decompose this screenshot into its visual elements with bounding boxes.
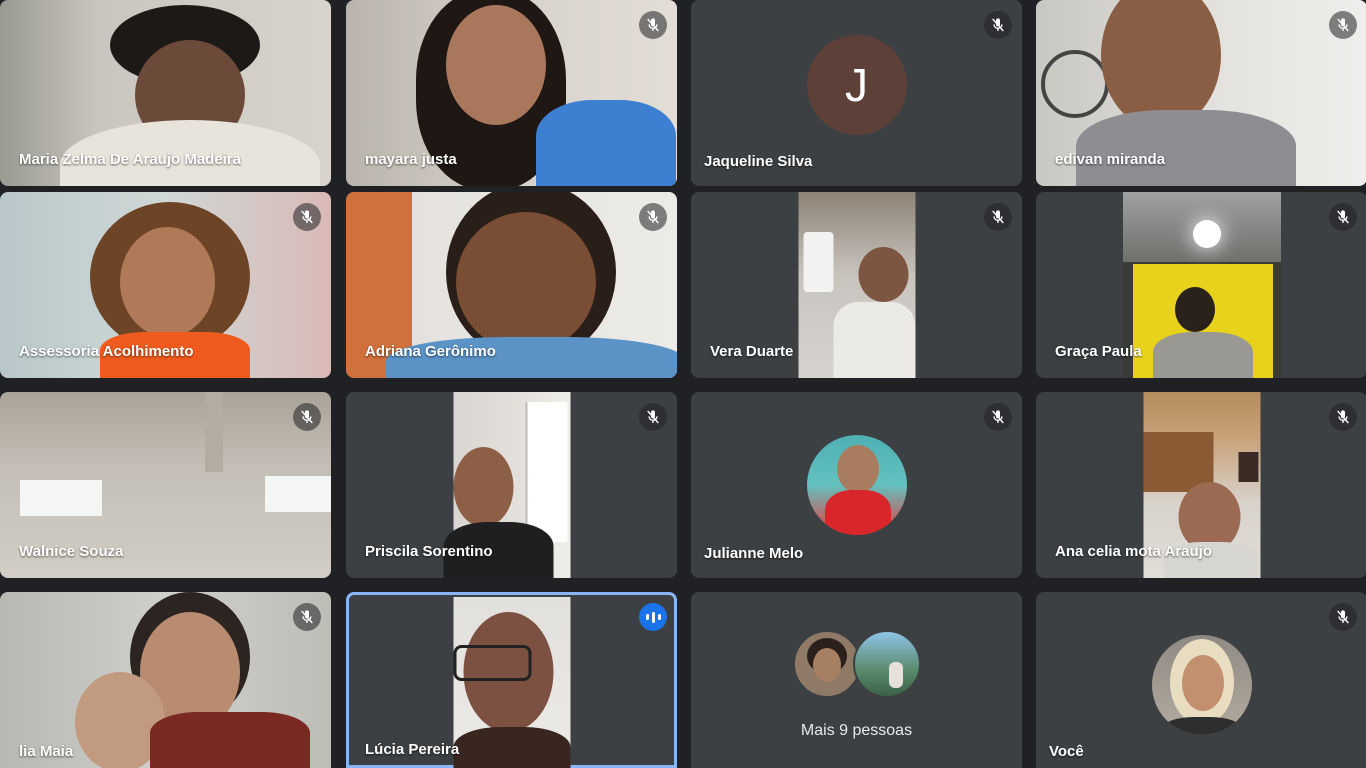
audio-level-icon — [639, 603, 667, 631]
participant-tile[interactable]: mayara justa — [346, 0, 677, 186]
participant-tile[interactable]: J Jaqueline Silva — [691, 0, 1022, 186]
participant-name: lia Maia — [19, 743, 74, 760]
avatar — [852, 630, 921, 698]
mic-off-icon — [1329, 11, 1357, 39]
participant-video — [453, 597, 570, 768]
avatar — [1151, 635, 1252, 735]
mic-off-icon — [639, 203, 667, 231]
participant-tile[interactable]: Adriana Gerônimo — [346, 192, 677, 378]
participant-tile[interactable]: lia Maia — [0, 592, 331, 768]
mic-off-icon — [293, 203, 321, 231]
participant-video — [798, 192, 915, 378]
participant-tile[interactable]: Julianne Melo — [691, 392, 1022, 578]
avatar: J — [806, 35, 907, 135]
participant-name: Assessoria Acolhimento — [19, 343, 194, 360]
participant-tile[interactable]: Ana celia mota Araujo — [1036, 392, 1366, 578]
participant-name: edivan miranda — [1055, 151, 1166, 168]
avatar — [792, 630, 861, 698]
participant-name: Priscila Sorentino — [365, 543, 493, 560]
participant-tile-speaking[interactable]: Lúcia Pereira — [346, 592, 677, 768]
mic-off-icon — [984, 11, 1012, 39]
participant-name: Walnice Souza — [19, 543, 124, 560]
participant-tile[interactable]: edivan miranda — [1036, 0, 1366, 186]
meeting-grid: Maria Zelma De Araujo Madeira mayara jus… — [0, 0, 1366, 768]
participant-name: Adriana Gerônimo — [365, 343, 496, 360]
mic-off-icon — [1329, 403, 1357, 431]
mic-off-icon — [639, 11, 667, 39]
participant-video — [1122, 192, 1281, 378]
participant-tile[interactable]: Graça Paula — [1036, 192, 1366, 378]
participant-tile[interactable]: Assessoria Acolhimento — [0, 192, 331, 378]
mic-off-icon — [1329, 203, 1357, 231]
avatar-stack — [792, 630, 921, 698]
mic-off-icon — [293, 603, 321, 631]
mic-off-icon — [984, 403, 1012, 431]
avatar — [806, 435, 907, 535]
mic-off-icon — [293, 403, 321, 431]
participant-tile[interactable]: Vera Duarte — [691, 192, 1022, 378]
mic-off-icon — [984, 203, 1012, 231]
participant-name: Jaqueline Silva — [704, 153, 813, 170]
participant-name: Você — [1049, 743, 1084, 760]
mic-off-icon — [1329, 603, 1357, 631]
self-tile[interactable]: Você — [1036, 592, 1366, 768]
participant-tile[interactable]: Walnice Souza — [0, 392, 331, 578]
participant-name: Maria Zelma De Araujo Madeira — [19, 151, 242, 168]
participant-name: mayara justa — [365, 151, 457, 168]
participant-name: Julianne Melo — [704, 545, 804, 562]
participant-name: Ana celia mota Araujo — [1055, 543, 1212, 560]
participant-tile[interactable]: Maria Zelma De Araujo Madeira — [0, 0, 331, 186]
mic-off-icon — [639, 403, 667, 431]
participant-tile[interactable]: Priscila Sorentino — [346, 392, 677, 578]
more-participants-tile[interactable]: Mais 9 pessoas — [691, 592, 1022, 768]
participant-name: Graça Paula — [1055, 343, 1142, 360]
participant-video — [0, 592, 331, 768]
more-participants-label: Mais 9 pessoas — [800, 722, 913, 739]
participant-name: Lúcia Pereira — [365, 741, 460, 758]
participant-name: Vera Duarte — [710, 343, 794, 360]
